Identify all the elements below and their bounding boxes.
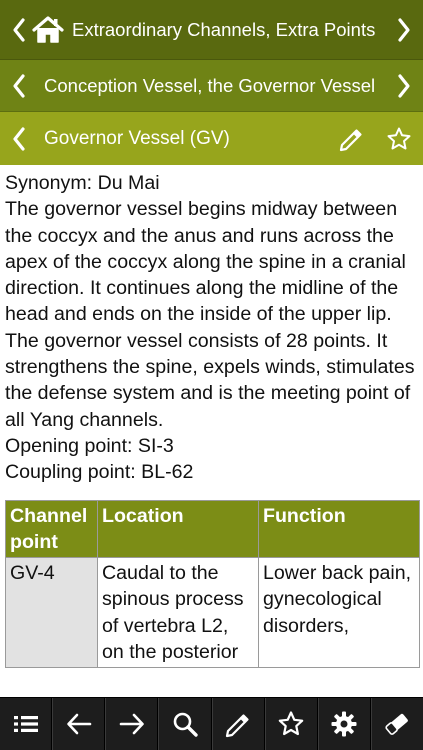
- article-content[interactable]: Synonym: Du Mai The governor vessel begi…: [0, 165, 423, 697]
- synonym-text: Synonym: Du Mai: [5, 172, 160, 194]
- nav-title-conception-vessel[interactable]: Conception Vessel, the Governor Vessel: [38, 75, 385, 97]
- table-header-row: Channel point Location Function: [5, 499, 420, 559]
- list-icon[interactable]: [0, 698, 53, 750]
- bottom-toolbar: [0, 697, 423, 750]
- eraser-icon[interactable]: [370, 698, 423, 750]
- column-header-function: Function: [258, 499, 420, 559]
- forward-chevron-right-icon[interactable]: [385, 60, 423, 111]
- coupling-point-text: Coupling point: BL-62: [5, 461, 194, 484]
- nav-title-extraordinary-channels[interactable]: Extraordinary Channels, Extra Points: [68, 19, 385, 41]
- search-icon[interactable]: [158, 698, 212, 750]
- back-chevron-left-icon[interactable]: [0, 112, 38, 165]
- cell-location: Caudal to the spinous process of vertebr…: [97, 557, 259, 669]
- page-title: Governor Vessel (GV): [44, 127, 230, 149]
- pencil-icon[interactable]: [327, 112, 375, 165]
- star-icon[interactable]: [375, 112, 423, 165]
- column-header-channel-point: Channel point: [5, 499, 98, 559]
- gear-icon[interactable]: [317, 698, 371, 750]
- nav-bar-level3: Governor Vessel (GV): [0, 112, 423, 165]
- arrow-left-icon[interactable]: [52, 698, 106, 750]
- table-row[interactable]: GV-4 Caudal to the spinous process of ve…: [5, 557, 420, 669]
- channel-points-table: Channel point Location Function GV-4 Cau…: [5, 499, 420, 669]
- forward-chevron-right-icon[interactable]: [385, 0, 423, 59]
- cell-function: Lower back pain, gynecological disorders…: [258, 557, 420, 669]
- nav-bar-level2: Conception Vessel, the Governor Vessel: [0, 60, 423, 112]
- home-icon[interactable]: [28, 0, 68, 59]
- arrow-right-icon[interactable]: [105, 698, 159, 750]
- column-header-location: Location: [97, 499, 259, 559]
- nav-bar-level1: Extraordinary Channels, Extra Points: [0, 0, 423, 60]
- opening-point-text: Opening point: SI-3: [5, 434, 174, 457]
- back-chevron-left-icon[interactable]: [0, 60, 38, 111]
- description-text: The governor vessel begins midway betwee…: [5, 198, 415, 431]
- cell-channel-point[interactable]: GV-4: [5, 557, 98, 669]
- pencil-icon[interactable]: [211, 698, 265, 750]
- star-icon[interactable]: [264, 698, 318, 750]
